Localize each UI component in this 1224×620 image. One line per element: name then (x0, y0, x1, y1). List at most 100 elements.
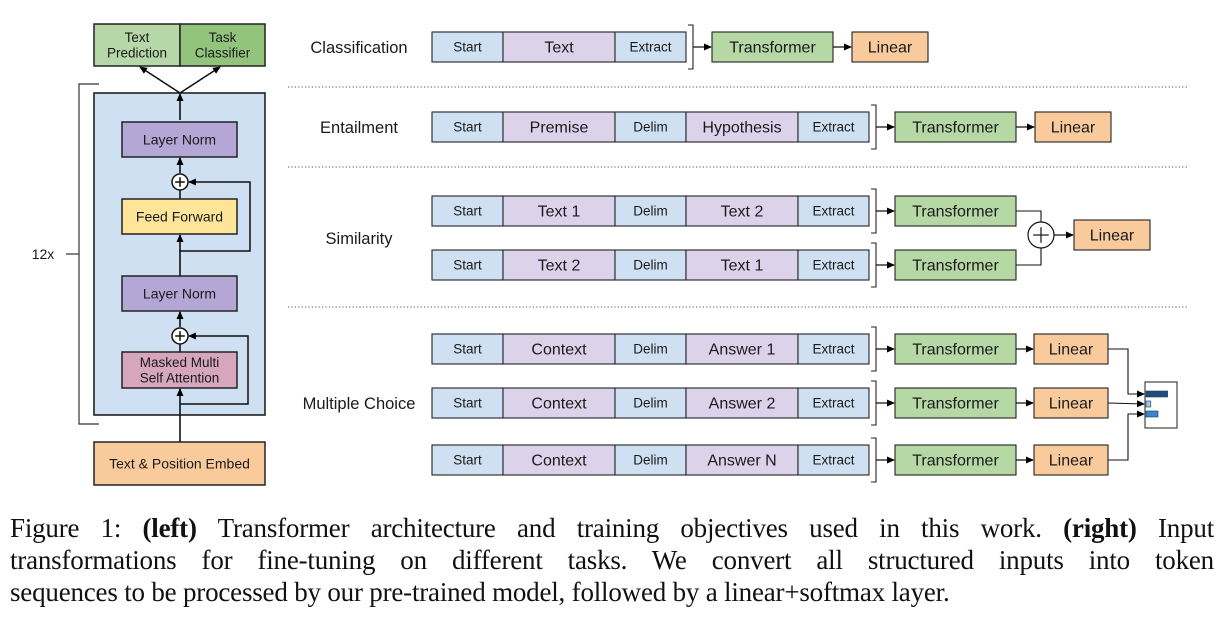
token-start-label: Start (453, 40, 482, 55)
token-context-label: Context (531, 342, 587, 359)
token-delim: Delim (614, 195, 687, 227)
task-label: Multiple Choice (303, 395, 416, 413)
token-context: Context (502, 333, 616, 365)
token-start: Start (431, 333, 504, 365)
masked-self-attention-label: Masked Multi (140, 355, 220, 370)
token-sequence: Start Text 2 Delim Text 1 Extract Transformer (431, 242, 1017, 288)
token-extract-label: Extract (812, 453, 854, 468)
transformer-architecture: TextPredictionTaskClassifier12xLayer Nor… (32, 23, 266, 486)
token-answer-n-label: Answer N (707, 453, 776, 470)
token-extract: Extract (797, 111, 870, 143)
task-label: Entailment (320, 119, 398, 137)
token-delim-label: Delim (633, 120, 668, 135)
linear-box-label: Linear (1051, 120, 1096, 137)
transformer-box-label: Transformer (912, 120, 999, 137)
linear-box: Linear (1033, 444, 1109, 476)
token-start-label: Start (453, 258, 482, 273)
token-extract-label: Extract (812, 396, 854, 411)
token-start: Start (431, 195, 504, 227)
token-delim-label: Delim (633, 453, 668, 468)
transformer-box-label: Transformer (912, 204, 999, 221)
token-premise-label: Premise (530, 120, 589, 137)
token-context-label: Context (531, 453, 587, 470)
text-position-embed: Text & Position Embed (93, 441, 266, 486)
token-start: Start (431, 249, 504, 281)
token-delim: Delim (614, 249, 687, 281)
masked-self-attention-label: Self Attention (140, 370, 220, 385)
token-answer-2: Answer 2 (685, 387, 799, 419)
token-extract: Extract (797, 249, 870, 281)
task-classifier-head-label: Task (209, 30, 237, 45)
sequence-bracket (871, 380, 877, 426)
token-sequence: Start Context Delim Answer 1 Extract Transfor… (431, 326, 1109, 372)
token-context: Context (502, 444, 616, 476)
token-delim: Delim (614, 444, 687, 476)
linear-box-label: Linear (868, 40, 913, 57)
token-sequence: Start Premise Delim Hypothesis Extract Transf… (431, 104, 1112, 150)
sequence-bracket (871, 242, 877, 288)
token-extract-label: Extract (629, 40, 671, 55)
caption-left-tag: (left) (142, 513, 197, 543)
token-sequence: Start Text Extract Transformer Linear (431, 24, 929, 70)
residual-add-top (171, 173, 189, 191)
caption-text: Transformer architecture and training ob… (196, 513, 1064, 543)
transformer-box: Transformer (894, 111, 1017, 143)
token-delim-label: Delim (633, 258, 668, 273)
transformer-box-label: Transformer (912, 258, 999, 275)
token-text-1: Text 1 (685, 249, 799, 281)
merge-line-top (1016, 210, 1042, 223)
token-sequence: Start Text 1 Delim Text 2 Extract Transformer (431, 188, 1017, 234)
feed-forward-label: Feed Forward (136, 208, 223, 224)
layer-norm-bottom-label: Layer Norm (143, 285, 216, 301)
token-delim: Delim (614, 333, 687, 365)
token-extract: Extract (797, 195, 870, 227)
token-text-label: Text (544, 40, 574, 57)
linear-box-label: Linear (1049, 396, 1094, 413)
token-text-2: Text 2 (502, 249, 616, 281)
task-classification: Classification Start Text Extract Transforme… (310, 24, 929, 70)
sequence-bracket (688, 24, 694, 70)
token-answer-n: Answer N (685, 444, 799, 476)
token-delim-label: Delim (633, 396, 668, 411)
token-answer-1: Answer 1 (685, 333, 799, 365)
caption-line-1: Figure 1: (left) Transformer architectur… (10, 512, 1214, 544)
token-extract: Extract (797, 387, 870, 419)
caption-right-tag: (right) (1063, 513, 1137, 543)
layer-norm-bottom: Layer Norm (121, 275, 238, 312)
masked-self-attention: Masked MultiSelf Attention (121, 351, 238, 389)
sequence-bracket (871, 104, 877, 150)
transformer-box: Transformer (894, 444, 1017, 476)
arrow-answer-n (1108, 410, 1145, 461)
figure-diagram: TextPredictionTaskClassifier12xLayer Nor… (32, 23, 1188, 486)
token-extract-label: Extract (812, 204, 854, 219)
layer-norm-top: Layer Norm (121, 121, 238, 158)
token-extract-label: Extract (812, 342, 854, 357)
token-answer-2-label: Answer 2 (709, 396, 776, 413)
token-extract: Extract (797, 333, 870, 365)
task-classifier-head: TaskClassifier (179, 23, 266, 67)
task-label: Classification (310, 39, 407, 57)
token-sequence: Start Context Delim Answer 2 Extract Transfor… (431, 380, 1109, 426)
task-multiple-choice: Multiple Choice Start Context Delim Answer 1… (303, 326, 1178, 483)
token-start-label: Start (453, 453, 482, 468)
token-start: Start (431, 111, 504, 143)
token-text-1-label: Text 1 (721, 258, 764, 275)
token-extract-label: Extract (812, 120, 854, 135)
transformer-box: Transformer (894, 387, 1017, 419)
task-classifier-head-label: Classifier (195, 45, 251, 60)
token-answer-1-label: Answer 1 (709, 342, 776, 359)
token-hypothesis: Hypothesis (685, 111, 799, 143)
residual-add-bottom (171, 327, 189, 345)
linear-box-label: Linear (1049, 342, 1094, 359)
transformer-box: Transformer (894, 249, 1017, 281)
transformer-box: Transformer (894, 195, 1017, 227)
transformer-box: Transformer (711, 31, 834, 63)
arrow-to-text-prediction (139, 66, 181, 94)
text-prediction-head: TextPrediction (93, 23, 181, 67)
caption-line-3: sequences to be processed by our pre-tra… (10, 577, 950, 607)
softmax-bar (1145, 400, 1152, 408)
softmax-bar (1145, 390, 1168, 398)
token-start: Start (431, 387, 504, 419)
linear-box: Linear (1034, 111, 1112, 143)
token-text-2-label: Text 2 (538, 258, 581, 275)
